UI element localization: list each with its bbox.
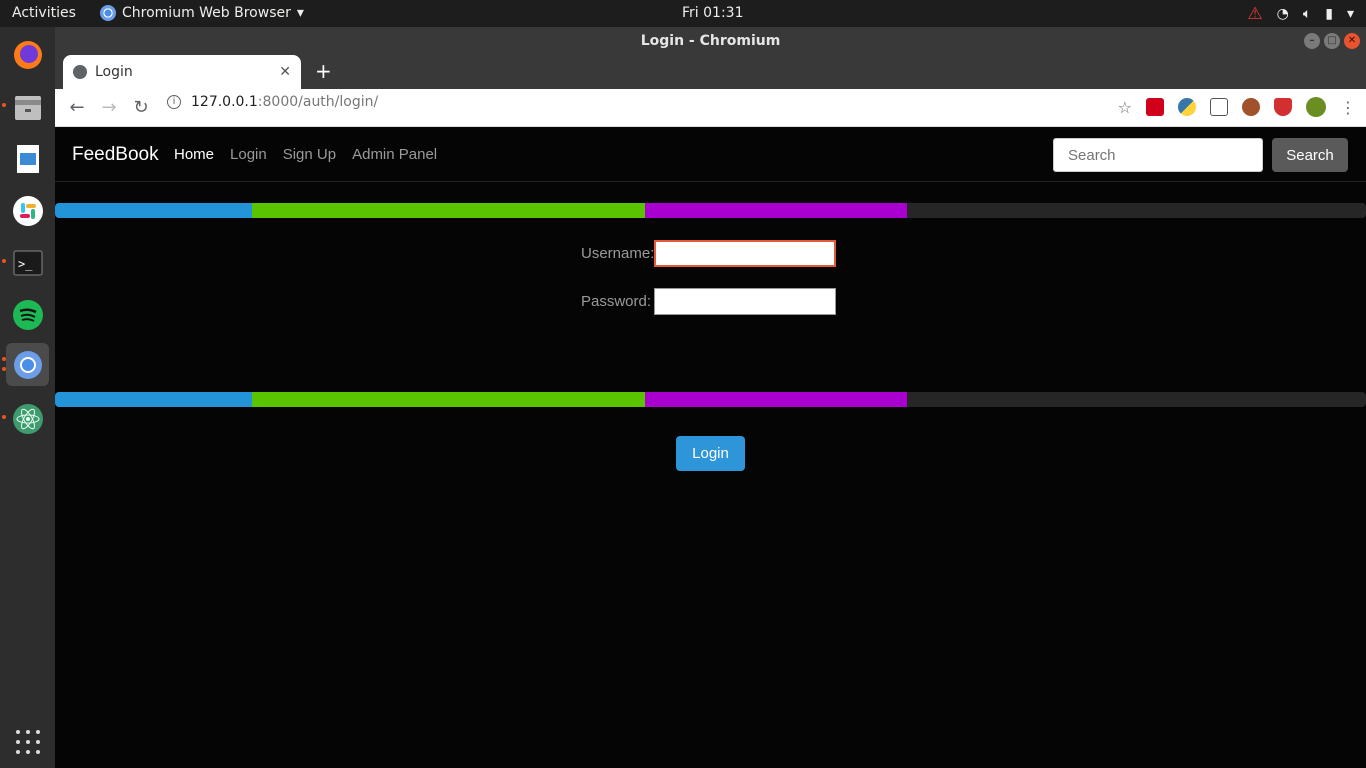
- password-label: Password:: [581, 293, 652, 310]
- battery-icon: ▮: [1325, 6, 1333, 22]
- chevron-down-icon: ▾: [1346, 6, 1354, 22]
- username-row: Username:: [581, 240, 836, 267]
- chromium-small-icon: [100, 5, 116, 21]
- app-menu-label: Chromium Web Browser: [122, 5, 291, 21]
- color-bar-top: [55, 203, 1366, 218]
- url-path: :8000/auth/login/: [257, 94, 379, 110]
- python-extension-icon[interactable]: [1178, 98, 1196, 116]
- writer-icon[interactable]: [6, 137, 49, 180]
- globe-icon: [73, 65, 87, 79]
- gnome-top-bar: Activities Chromium Web Browser ▾ Fri 01…: [0, 0, 1366, 27]
- avatar[interactable]: [1306, 97, 1326, 117]
- site-nav-links: Home Login Sign Up Admin Panel: [174, 146, 437, 163]
- url-host: 127.0.0.1: [191, 94, 258, 110]
- nav-signup-link[interactable]: Sign Up: [283, 146, 336, 163]
- terminal-icon[interactable]: >_: [6, 241, 49, 284]
- info-icon[interactable]: i: [167, 95, 181, 109]
- files-icon[interactable]: [6, 85, 49, 128]
- tab-title: Login: [95, 64, 133, 80]
- browser-toolbar: ← → ↻ i 127.0.0.1:8000/auth/login/ ☆ ⋮: [55, 89, 1366, 127]
- nav-login-link[interactable]: Login: [230, 146, 267, 163]
- new-tab-icon[interactable]: +: [315, 59, 332, 83]
- nav-home-link[interactable]: Home: [174, 146, 214, 163]
- color-bar-segment: [55, 392, 252, 407]
- clock[interactable]: Fri 01:31: [682, 5, 743, 21]
- color-bar-bottom: [55, 392, 1366, 407]
- app-menu[interactable]: Chromium Web Browser ▾: [100, 5, 304, 21]
- back-icon[interactable]: ←: [61, 97, 93, 118]
- address-bar[interactable]: i 127.0.0.1:8000/auth/login/: [167, 94, 378, 110]
- activities-button[interactable]: Activities: [12, 5, 76, 21]
- svg-text:>_: >_: [18, 257, 33, 271]
- password-row: Password:: [581, 288, 836, 315]
- maximize-icon[interactable]: □: [1324, 33, 1340, 49]
- browser-window: Login - Chromium – □ ✕ Login ✕ + ← → ↻ i…: [55, 27, 1366, 768]
- close-icon[interactable]: ✕: [1344, 33, 1360, 49]
- color-bar-segment: [645, 392, 907, 407]
- minimize-icon[interactable]: –: [1304, 33, 1320, 49]
- close-tab-icon[interactable]: ✕: [279, 64, 291, 80]
- window-titlebar[interactable]: Login - Chromium – □ ✕: [55, 27, 1366, 55]
- username-label: Username:: [581, 245, 655, 262]
- volume-icon: 🔈︎: [1302, 6, 1312, 22]
- system-tray[interactable]: ⚠ ◔ 🔈︎ ▮ ▾: [1247, 4, 1354, 24]
- site-brand[interactable]: FeedBook: [72, 144, 159, 166]
- nav-admin-panel-link[interactable]: Admin Panel: [352, 146, 437, 163]
- extension-box-icon[interactable]: [1210, 98, 1228, 116]
- extensions-area: ☆ ⋮: [1118, 97, 1356, 117]
- tab-login[interactable]: Login ✕: [63, 55, 301, 89]
- reload-icon[interactable]: ↻: [125, 97, 157, 118]
- site-search-input[interactable]: [1053, 138, 1263, 172]
- warning-icon[interactable]: ⚠: [1247, 4, 1262, 24]
- dock: >_: [0, 27, 55, 768]
- username-field[interactable]: [654, 240, 836, 267]
- extension-red-icon[interactable]: [1146, 98, 1164, 116]
- chromium-icon[interactable]: [6, 343, 49, 386]
- color-bar-segment: [252, 392, 645, 407]
- show-apps-icon[interactable]: [16, 730, 40, 754]
- chevron-down-icon: ▾: [296, 5, 304, 21]
- web-page: FeedBook Home Login Sign Up Admin Panel …: [55, 127, 1366, 768]
- password-field[interactable]: [654, 288, 836, 315]
- tab-strip: Login ✕ +: [55, 55, 1366, 89]
- shield-extension-icon[interactable]: [1274, 98, 1292, 116]
- site-navbar: FeedBook Home Login Sign Up Admin Panel …: [55, 127, 1366, 182]
- atom-icon[interactable]: [6, 397, 49, 440]
- bookmark-star-icon[interactable]: ☆: [1118, 98, 1132, 117]
- login-button[interactable]: Login: [676, 436, 745, 471]
- window-title: Login - Chromium: [640, 33, 781, 49]
- forward-icon[interactable]: →: [93, 97, 125, 118]
- slack-icon[interactable]: [6, 189, 49, 232]
- site-search-button[interactable]: Search: [1272, 138, 1348, 172]
- color-bar-segment: [645, 203, 907, 218]
- wifi-icon: ◔: [1276, 6, 1289, 22]
- color-bar-segment: [907, 392, 1366, 407]
- menu-dots-icon[interactable]: ⋮: [1340, 98, 1356, 117]
- color-bar-segment: [55, 203, 252, 218]
- spotify-icon[interactable]: [6, 293, 49, 336]
- color-bar-segment: [907, 203, 1366, 218]
- cookie-icon[interactable]: [1242, 98, 1260, 116]
- firefox-icon[interactable]: [6, 33, 49, 76]
- color-bar-segment: [252, 203, 645, 218]
